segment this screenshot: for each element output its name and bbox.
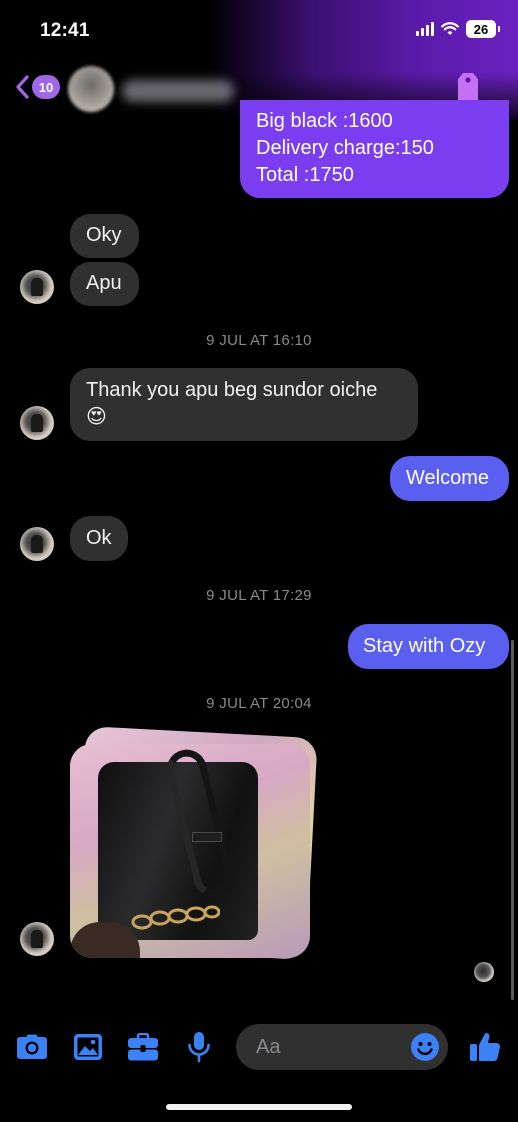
back-button[interactable]: 10 [14, 74, 60, 100]
home-indicator[interactable] [166, 1104, 352, 1110]
scrollbar[interactable] [511, 640, 514, 1000]
message-text: Thank you apu beg sundor oiche [86, 379, 378, 401]
outgoing-message-welcome[interactable]: Welcome [390, 456, 509, 501]
seen-receipt-avatar [474, 962, 494, 982]
sender-avatar[interactable] [20, 922, 54, 956]
camera-icon [17, 1034, 47, 1059]
back-chevron-icon [16, 75, 29, 99]
emoji-icon[interactable] [410, 1032, 440, 1062]
unread-count-badge: 10 [32, 75, 60, 99]
outgoing-message-stay[interactable]: Stay with Ozy [348, 624, 509, 669]
status-bar: 12:41 26 [0, 0, 518, 60]
order-line-delivery: Delivery charge:150 [256, 137, 434, 159]
order-line-total: Total :1750 [256, 164, 354, 186]
bag-label [192, 832, 222, 842]
gallery-button[interactable] [71, 1030, 105, 1064]
tag-icon[interactable] [456, 72, 480, 102]
wifi-icon [441, 22, 459, 35]
incoming-message-thanks[interactable]: Thank you apu beg sundor oiche 😍 [70, 368, 418, 441]
contact-avatar[interactable] [68, 66, 114, 112]
message-text: Oky [86, 224, 122, 246]
heart-eyes-emoji: 😍 [86, 406, 107, 428]
order-line-item: Big black :1600 [256, 110, 393, 132]
briefcase-icon [128, 1033, 158, 1061]
message-text: Stay with Ozy [363, 635, 486, 657]
status-icons: 26 [416, 20, 500, 38]
thumbs-up-icon [470, 1033, 501, 1062]
message-composer: Aa [0, 1022, 518, 1072]
message-input[interactable]: Aa [236, 1024, 448, 1070]
timestamp: 9 JUL AT 20:04 [206, 695, 312, 712]
message-text: Ok [86, 527, 112, 549]
contact-name-blurred[interactable] [122, 80, 234, 102]
sender-avatar[interactable] [20, 270, 54, 304]
business-tools-button[interactable] [126, 1030, 160, 1064]
photo-message[interactable] [70, 726, 318, 960]
voice-button[interactable] [182, 1030, 216, 1064]
sender-avatar[interactable] [20, 406, 54, 440]
timestamp: 9 JUL AT 16:10 [206, 332, 312, 349]
message-input-placeholder: Aa [256, 1036, 281, 1058]
microphone-icon [188, 1032, 210, 1063]
gallery-icon [74, 1034, 102, 1060]
order-summary-bubble[interactable]: Big black :1600 Delivery charge:150 Tota… [240, 100, 509, 198]
message-text: Welcome [406, 467, 489, 489]
camera-button[interactable] [15, 1030, 49, 1064]
message-text: Apu [86, 272, 122, 294]
signal-icon [416, 22, 434, 36]
status-time: 12:41 [40, 20, 90, 41]
incoming-message-ok[interactable]: Ok [70, 516, 128, 561]
gold-chain [131, 905, 220, 930]
sender-avatar[interactable] [20, 527, 54, 561]
timestamp: 9 JUL AT 17:29 [206, 587, 312, 604]
incoming-message-oky[interactable]: Oky [70, 214, 139, 258]
incoming-message-apu[interactable]: Apu [70, 262, 139, 306]
battery-indicator: 26 [466, 20, 500, 38]
like-button[interactable] [468, 1030, 502, 1064]
bag-photo[interactable] [70, 744, 310, 958]
